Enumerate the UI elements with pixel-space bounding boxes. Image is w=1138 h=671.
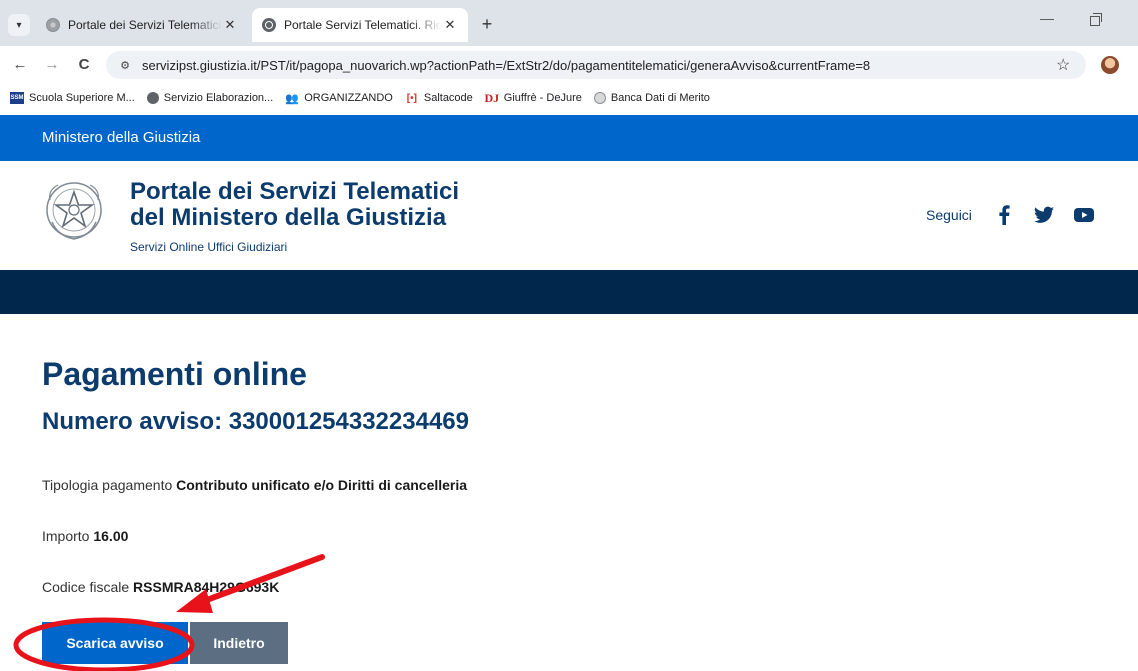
- bookmark-label: Giuffrè - DeJure: [503, 92, 582, 104]
- navigation-bar: [0, 270, 1138, 314]
- republic-emblem-icon[interactable]: [44, 178, 104, 244]
- amount-row: Importo 16.00: [42, 528, 128, 544]
- tab-close-icon[interactable]: ✕: [442, 17, 458, 33]
- payment-type-row: Tipologia pagamento Contributo unificato…: [42, 477, 467, 493]
- tax-code-value: RSSMRA84H29G693K: [133, 579, 280, 595]
- tax-code-row: Codice fiscale RSSMRA84H29G693K: [42, 579, 279, 595]
- site-title-line: Portale dei Servizi Telematici: [130, 178, 460, 205]
- bookmark-item[interactable]: Servizio Elaborazion...: [146, 92, 274, 104]
- browser-tab-bar: ▾ Portale dei Servizi Telematici de ✕ Po…: [0, 0, 1138, 46]
- bookmark-item[interactable]: [•] Saltacode: [405, 92, 473, 104]
- twitter-icon[interactable]: [1033, 205, 1054, 225]
- bookmark-label: Saltacode: [423, 92, 473, 104]
- bookmark-item[interactable]: 👥 ORGANIZZANDO: [285, 92, 393, 105]
- tab-search-chevron-icon[interactable]: ▾: [8, 14, 30, 36]
- tab-title: Portale Servizi Telematici. Richie: [284, 18, 442, 32]
- saltacode-icon: [•]: [406, 92, 417, 104]
- new-tab-button[interactable]: +: [476, 14, 498, 35]
- bookmark-item[interactable]: Banca Dati di Merito: [593, 92, 710, 104]
- back-arrow-icon[interactable]: ←: [10, 55, 30, 75]
- globe-favicon-icon: [262, 18, 276, 32]
- payment-type-value: Contributo unificato e/o Diritti di canc…: [176, 477, 468, 493]
- bookmark-label: ORGANIZZANDO: [304, 92, 393, 104]
- bookmark-item[interactable]: DJ Giuffrè - DeJure: [484, 90, 582, 105]
- ministry-link[interactable]: Ministero della Giustizia: [42, 129, 200, 146]
- page-title: Pagamenti online: [42, 356, 307, 392]
- bookmark-label: Scuola Superiore M...: [29, 92, 135, 104]
- back-button[interactable]: Indietro: [190, 622, 288, 664]
- notice-number: Numero avviso: 330001254332234469: [42, 408, 469, 435]
- site-settings-icon[interactable]: ⚙: [116, 59, 134, 72]
- bookmark-item[interactable]: SSM Scuola Superiore M...: [10, 92, 135, 104]
- site-title[interactable]: Portale dei Servizi Telematici del Minis…: [130, 179, 459, 231]
- browser-toolbar: ← → C ⚙ servizipst.giustizia.it/PST/it/p…: [0, 46, 1138, 84]
- site-subtitle: Servizi Online Uffici Giudiziari: [130, 240, 288, 254]
- site-header: Portale dei Servizi Telematici del Minis…: [0, 161, 1138, 270]
- amount-value: 16.00: [93, 528, 129, 544]
- globe-icon: [146, 92, 159, 104]
- bookmarks-bar: SSM Scuola Superiore M... Servizio Elabo…: [0, 84, 1138, 112]
- site-title-line: del Ministero della Giustizia: [130, 204, 447, 231]
- forward-arrow-icon[interactable]: →: [42, 55, 62, 75]
- youtube-icon[interactable]: [1073, 205, 1094, 225]
- banca-icon: [593, 92, 606, 104]
- bookmark-label: Servizio Elaborazion...: [163, 92, 274, 104]
- minimize-window-icon[interactable]: —: [1040, 10, 1054, 26]
- dejure-icon: DJ: [484, 90, 500, 105]
- government-bar: Ministero della Giustizia: [0, 115, 1138, 161]
- tab-title: Portale dei Servizi Telematici de: [68, 18, 222, 32]
- download-notice-button[interactable]: Scarica avviso: [42, 622, 188, 664]
- bookmark-label: Banca Dati di Merito: [610, 92, 710, 104]
- social-label: Seguici: [926, 207, 972, 223]
- bookmark-star-icon[interactable]: ☆: [1056, 55, 1070, 75]
- tab-close-icon[interactable]: ✕: [222, 17, 238, 33]
- amount-label: Importo: [42, 528, 90, 544]
- browser-tab[interactable]: Portale dei Servizi Telematici de ✕: [36, 8, 248, 42]
- payment-type-label: Tipologia pagamento: [42, 477, 173, 493]
- tax-code-label: Codice fiscale: [42, 579, 130, 595]
- facebook-icon[interactable]: [994, 205, 1014, 225]
- url-text[interactable]: servizipst.giustizia.it/PST/it/pagopa_nu…: [142, 58, 870, 73]
- profile-avatar[interactable]: [1101, 56, 1119, 74]
- reload-icon[interactable]: C: [74, 55, 94, 75]
- people-icon: 👥: [285, 92, 300, 105]
- ssm-icon: SSM: [10, 92, 24, 104]
- social-links: Seguici: [926, 205, 1094, 225]
- browser-tab-active[interactable]: Portale Servizi Telematici. Richie ✕: [252, 8, 468, 42]
- address-bar[interactable]: ⚙ servizipst.giustizia.it/PST/it/pagopa_…: [106, 51, 1086, 79]
- restore-window-icon[interactable]: [1090, 13, 1102, 26]
- emblem-favicon-icon: [46, 18, 60, 32]
